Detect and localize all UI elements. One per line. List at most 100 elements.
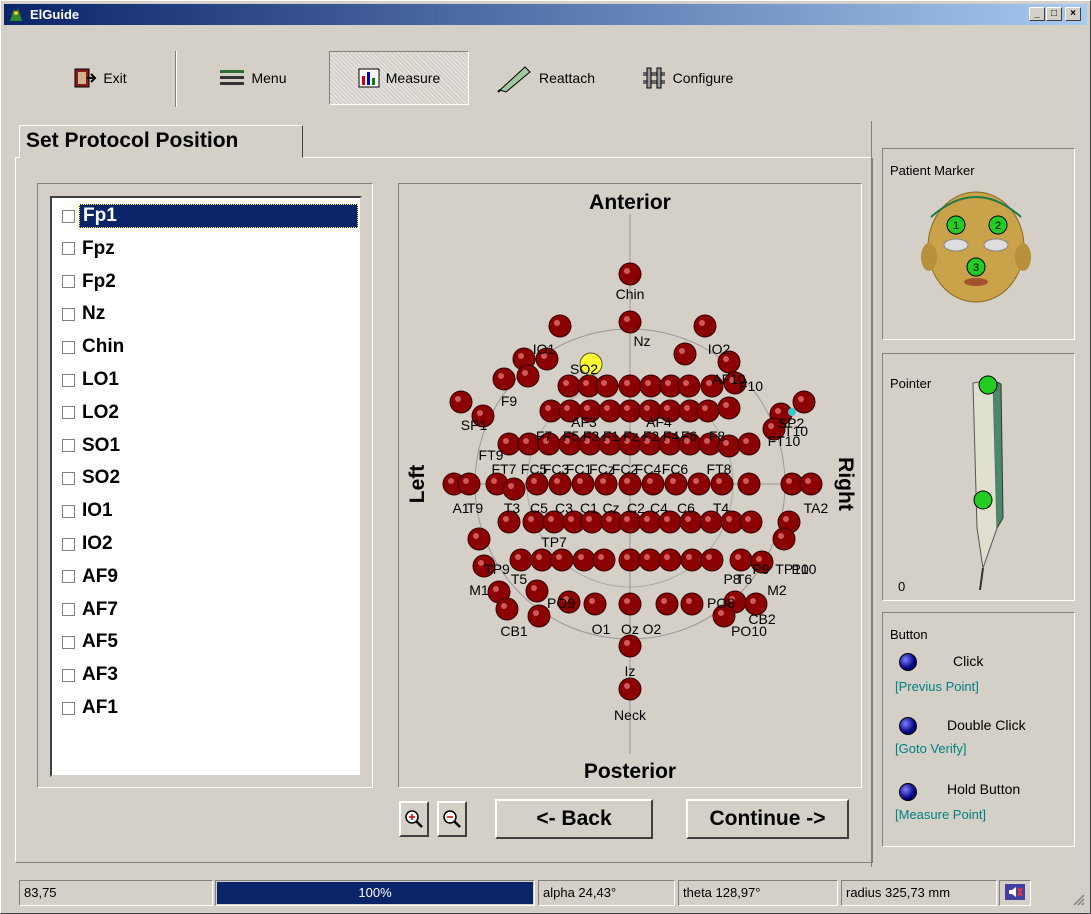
electrode — [729, 548, 753, 572]
list-item[interactable]: LO1 — [56, 366, 358, 394]
list-item-checkbox[interactable] — [62, 406, 75, 420]
list-item-checkbox[interactable] — [62, 242, 75, 256]
anterior-label: Anterior — [589, 191, 671, 214]
electrode — [509, 548, 533, 572]
list-item[interactable]: SO1 — [56, 432, 358, 460]
list-item-checkbox[interactable] — [62, 209, 75, 223]
electrode-label: F4 — [663, 428, 680, 444]
electrode — [700, 548, 724, 572]
electrode-label: O2 — [643, 621, 662, 637]
electrode-highlight — [554, 320, 560, 326]
list-item[interactable]: Fp2 — [56, 268, 358, 296]
electrode-highlight — [735, 554, 741, 560]
electrode-highlight — [624, 380, 630, 386]
posterior-label: Posterior — [584, 760, 676, 783]
head-map[interactable]: Anterior Posterior Left Right Chin Nz IO1 IO2 SO… — [398, 183, 862, 788]
list-item[interactable]: AF9 — [56, 563, 358, 591]
list-item[interactable]: IO2 — [56, 530, 358, 558]
status-bar: 83,75 100% alpha 24,43° theta 128,97° ra… — [5, 874, 1088, 910]
status-radius: radius 325,73 mm — [841, 880, 997, 906]
electrode-highlight — [548, 516, 554, 522]
electrode-highlight — [568, 516, 574, 522]
list-item[interactable]: IO1 — [56, 497, 358, 525]
list-item-checkbox[interactable] — [62, 701, 75, 715]
electrode-highlight — [518, 353, 524, 359]
electrode — [680, 548, 704, 572]
electrode-highlight — [583, 380, 589, 386]
list-item[interactable]: Chin — [56, 333, 358, 361]
electrode-highlight — [686, 554, 692, 560]
list-item[interactable]: AF7 — [56, 596, 358, 624]
list-item-checkbox[interactable] — [62, 373, 75, 387]
continue-button[interactable]: Continue -> — [686, 799, 849, 839]
close-button[interactable]: × — [1065, 7, 1081, 21]
pointer-group: Pointer 0 — [882, 353, 1075, 601]
exit-button[interactable]: Exit — [35, 51, 165, 105]
back-button[interactable]: <- Back — [495, 799, 653, 839]
minimize-button[interactable]: _ — [1029, 7, 1045, 21]
list-item[interactable]: Fp1 — [56, 202, 358, 230]
list-item-checkbox[interactable] — [62, 307, 75, 321]
electrode-highlight — [743, 438, 749, 444]
electrode-highlight — [645, 380, 651, 386]
zoom-out-icon — [443, 810, 461, 828]
electrode-label: C1 — [580, 500, 598, 516]
resize-grip-icon[interactable] — [1071, 892, 1085, 906]
electrode — [592, 548, 616, 572]
reattach-button[interactable]: Reattach — [481, 51, 611, 105]
list-item[interactable]: LO2 — [56, 399, 358, 427]
electrode-highlight — [455, 396, 461, 402]
electrode-highlight — [683, 380, 689, 386]
list-item[interactable]: AF1 — [56, 694, 358, 722]
electrode-highlight — [798, 396, 804, 402]
zoom-in-button[interactable] — [399, 801, 429, 837]
maximize-button[interactable]: □ — [1046, 7, 1062, 21]
electrode-label: CB1 — [500, 623, 527, 639]
electrode-highlight — [523, 438, 529, 444]
list-item[interactable]: SO2 — [56, 464, 358, 492]
electrode-highlight — [679, 348, 685, 354]
list-item-checkbox[interactable] — [62, 439, 75, 453]
electrode-highlight — [624, 640, 630, 646]
list-item[interactable]: AF5 — [56, 628, 358, 656]
measure-button[interactable]: Measure — [329, 51, 469, 105]
list-item-checkbox[interactable] — [62, 275, 75, 289]
marker-3-label: 3 — [973, 262, 979, 274]
menu-button[interactable]: Menu — [183, 51, 323, 105]
electrode — [516, 364, 540, 388]
click-indicator-icon — [899, 653, 917, 671]
list-item-checkbox[interactable] — [62, 570, 75, 584]
electrode-label: T9 — [467, 500, 484, 516]
list-item[interactable]: AF3 — [56, 661, 358, 689]
list-item-checkbox[interactable] — [62, 668, 75, 682]
electrode-highlight — [644, 554, 650, 560]
list-item-label: AF7 — [82, 598, 118, 620]
list-item-checkbox[interactable] — [62, 635, 75, 649]
list-item-checkbox[interactable] — [62, 537, 75, 551]
status-alpha: alpha 24,43° — [538, 880, 675, 906]
list-item-checkbox[interactable] — [62, 340, 75, 354]
configure-button[interactable]: Configure — [617, 51, 757, 105]
list-item-checkbox[interactable] — [62, 471, 75, 485]
electrode-label: FT7 — [492, 461, 517, 477]
measure-label: Measure — [385, 70, 441, 86]
tab-set-protocol-position[interactable]: Set Protocol Position — [19, 125, 303, 158]
speaker-icon[interactable] — [999, 880, 1031, 906]
electrode-highlight — [554, 478, 560, 484]
zoom-out-button[interactable] — [437, 801, 467, 837]
list-item-checkbox[interactable] — [62, 504, 75, 518]
electrode — [548, 314, 572, 338]
list-item-checkbox[interactable] — [62, 603, 75, 617]
electrode-highlight — [624, 598, 630, 604]
list-item[interactable]: Nz — [56, 300, 358, 328]
electrode-list[interactable]: Fp1 Fpz Fp2 Nz Chin LO1 LO2 SO1 SO2 IO1 IO2 AF9 AF7 A… — [50, 196, 362, 777]
head-map-canvas[interactable]: Anterior Posterior Left Right Chin Nz IO1 IO2 SO… — [399, 184, 861, 787]
electrode-highlight — [664, 554, 670, 560]
electrode-highlight — [564, 405, 570, 411]
electrode-highlight — [598, 554, 604, 560]
exit-label: Exit — [103, 70, 127, 86]
list-item[interactable]: Fpz — [56, 235, 358, 263]
button-group-title: Button — [890, 627, 928, 642]
electrode-highlight — [624, 478, 630, 484]
electrode-label: T4 — [713, 500, 730, 516]
